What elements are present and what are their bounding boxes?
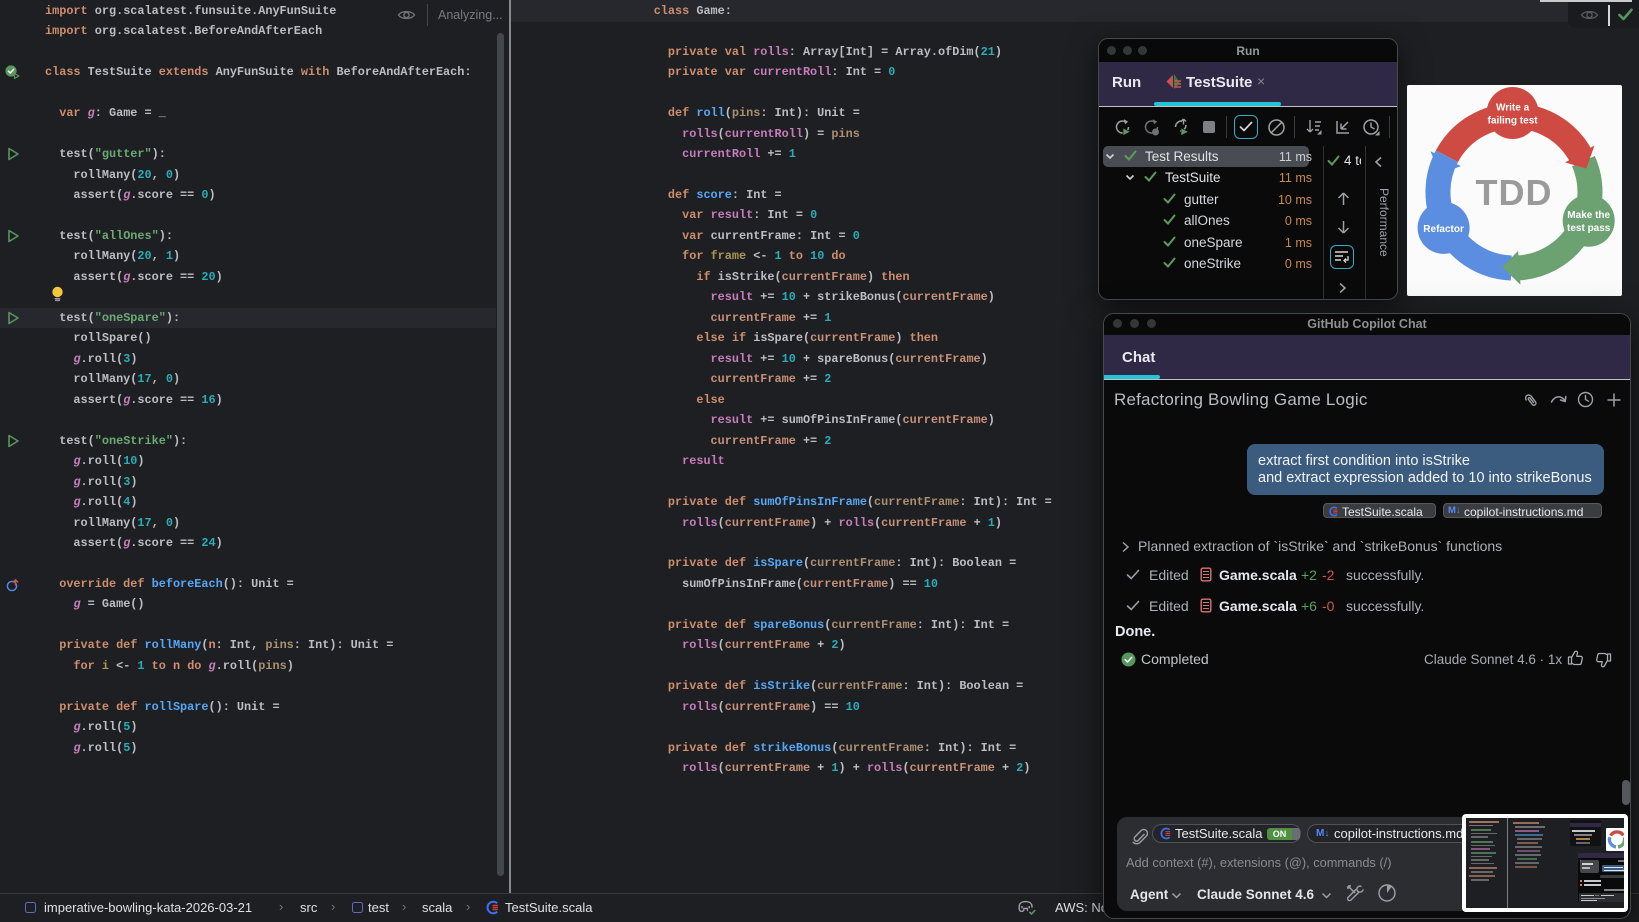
svg-text:test pass: test pass <box>1567 223 1611 234</box>
svg-text:Write a: Write a <box>1496 103 1530 114</box>
svg-text:Make the: Make the <box>1567 210 1610 221</box>
svg-text:failing test: failing test <box>1488 116 1539 127</box>
svg-text:TDD: TDD <box>1476 172 1553 213</box>
svg-text:Refactor: Refactor <box>1423 224 1464 235</box>
